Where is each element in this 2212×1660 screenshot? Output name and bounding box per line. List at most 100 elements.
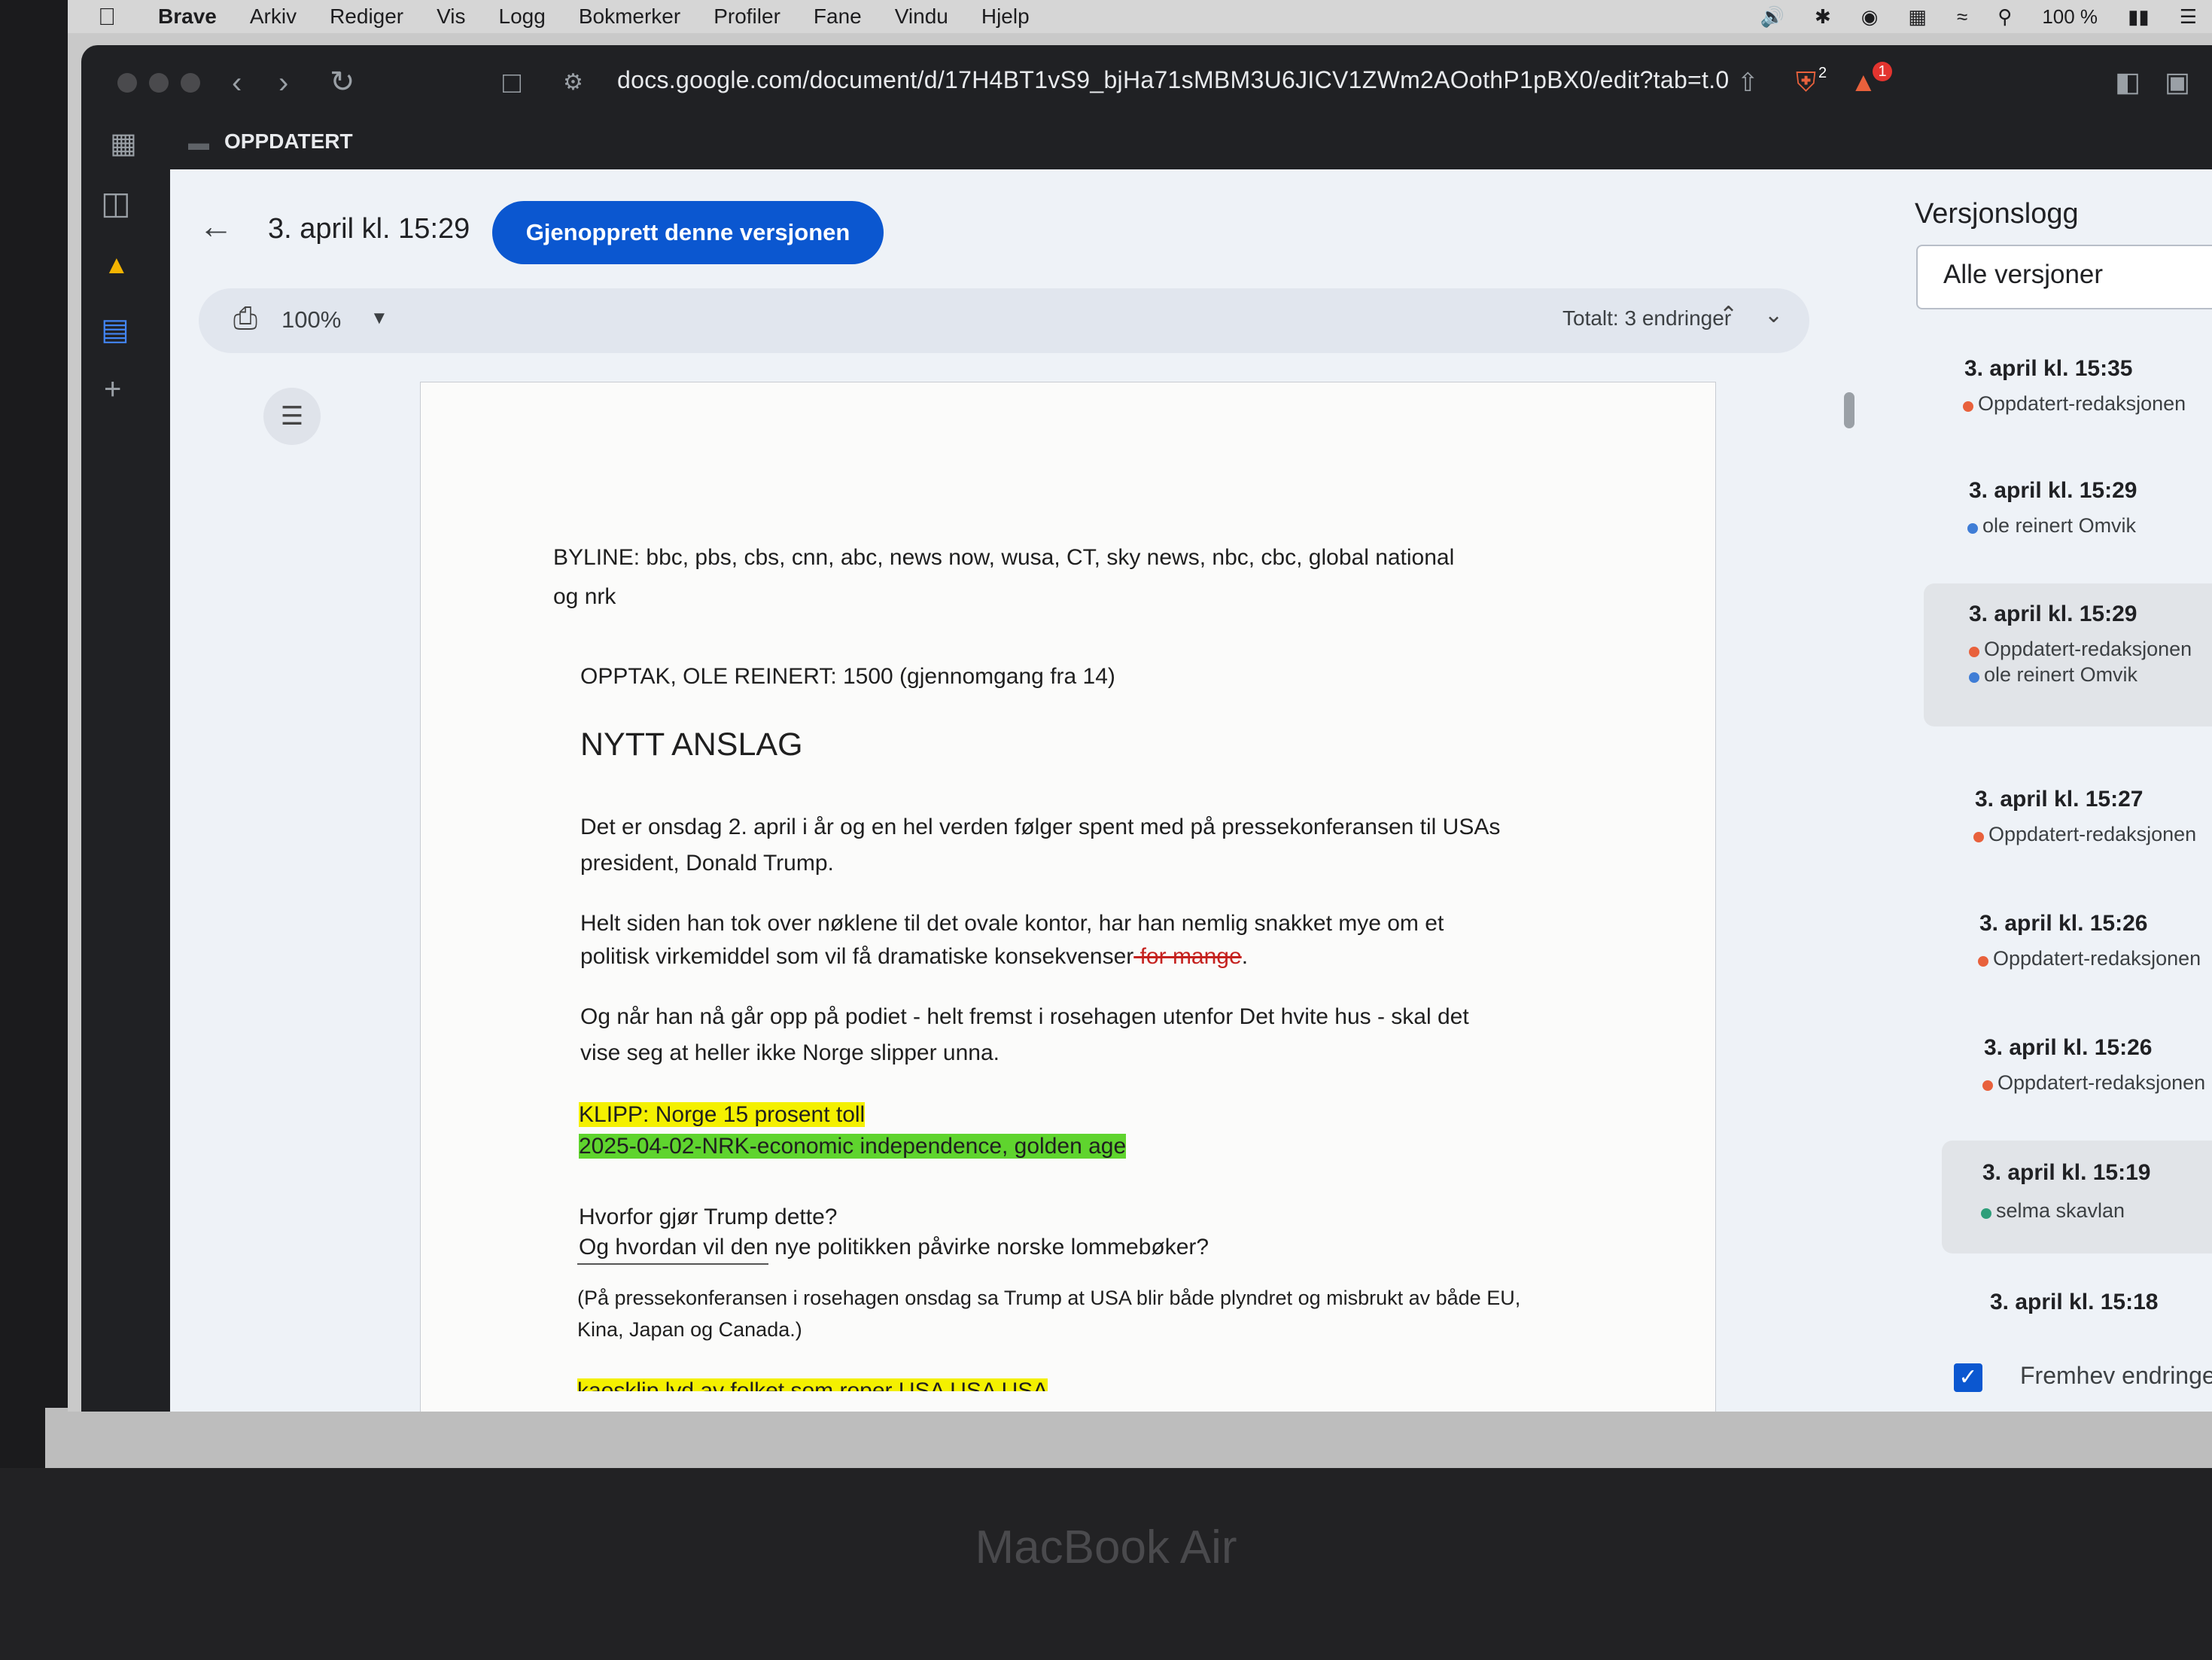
airdrop-icon[interactable]: ◉ — [1861, 5, 1879, 29]
section-heading: NYTT ANSLAG — [580, 726, 803, 763]
reload-icon[interactable]: ↻ — [330, 65, 355, 99]
menu-rediger[interactable]: Rediger — [330, 5, 403, 29]
address-bar[interactable]: docs.google.com/document/d/17H4BT1vS9_bj… — [617, 66, 1730, 94]
version-item[interactable]: 3. april kl. 15:27 Oppdatert-redaksjonen — [1942, 787, 2212, 854]
tab-grid-icon[interactable]: ▦ — [110, 126, 137, 160]
spotlight-search-icon[interactable]: ⚲ — [1997, 5, 2012, 29]
menu-vis[interactable]: Vis — [437, 5, 465, 29]
brave-shield-icon[interactable]: ⛨ — [1796, 66, 1816, 99]
forward-nav-icon[interactable]: › — [278, 66, 288, 100]
google-drive-icon[interactable]: ▲ — [104, 251, 129, 280]
alert-badge: 1 — [1873, 62, 1892, 81]
version-filter-select[interactable]: Alle versjoner — [1916, 245, 2212, 309]
author-name: Oppdatert-redaksjonen — [1993, 947, 2201, 970]
version-author: selma skavlan — [1981, 1199, 2125, 1223]
paragraph-1-line-2: president, Donald Trump. — [580, 851, 834, 876]
version-author: ole reinert Omvik — [1969, 663, 2138, 687]
author-name: ole reinert Omvik — [1984, 663, 2138, 686]
version-filter-value: Alle versjoner — [1943, 260, 2104, 289]
window-close-button[interactable] — [117, 73, 137, 93]
window-minimize-button[interactable] — [149, 73, 169, 93]
version-item[interactable]: 3. april kl. 15:35 Oppdatert-redaksjonen — [1931, 356, 2212, 424]
tab-title[interactable]: OPPDATERT — [224, 129, 353, 154]
docs-version-history-view: ← 3. april kl. 15:29 Gjenopprett denne v… — [170, 169, 2212, 1412]
sidebar-panel-icon[interactable]: ◫ — [101, 184, 131, 221]
author-color-dot — [1969, 672, 1979, 683]
version-item[interactable]: 3. april kl. 15:29 ole reinert Omvik — [1936, 478, 2212, 546]
version-title: 3. april kl. 15:29 — [268, 213, 470, 245]
device-label: MacBook Air — [975, 1521, 1237, 1573]
version-header: ← 3. april kl. 15:29 Gjenopprett denne v… — [170, 169, 1901, 282]
version-author: ole reinert Omvik — [1967, 514, 2137, 538]
paragraph-3-line-2: vise seg at heller ikke Norge slipper un… — [580, 1040, 1000, 1065]
menu-arkiv[interactable]: Arkiv — [250, 5, 297, 29]
byline-line-1: BYLINE: bbc, pbs, cbs, cnn, abc, news no… — [553, 545, 1455, 570]
version-time: 3. april kl. 15:29 — [1969, 602, 2137, 626]
version-item[interactable]: 3. april kl. 15:26 Oppdatert-redaksjonen — [1946, 911, 2212, 979]
wallet-icon[interactable]: ▣ — [2165, 66, 2190, 98]
keyboard-flag-icon[interactable]: ▦ — [1908, 5, 1927, 29]
author-name: Oppdatert-redaksjonen — [1984, 638, 2192, 660]
bookmark-icon[interactable]: □ — [503, 66, 521, 100]
back-arrow-icon[interactable]: ← — [199, 206, 233, 246]
menu-bokmerker[interactable]: Bokmerker — [579, 5, 680, 29]
version-item[interactable]: 3. april kl. 15:19 selma skavlan — [1942, 1141, 2212, 1253]
author-name: Oppdatert-redaksjonen — [1988, 823, 2197, 845]
author-name: selma skavlan — [1996, 1199, 2125, 1222]
version-log-panel: Versjonslogg Alle versjoner 3. april kl.… — [1901, 169, 2212, 1412]
recording-line: OPPTAK, OLE REINERT: 1500 (gjennomgang f… — [580, 664, 1115, 689]
bluetooth-icon[interactable]: ✱ — [1815, 5, 1831, 29]
author-color-dot — [1963, 401, 1973, 412]
scrollbar[interactable] — [1844, 392, 1854, 428]
menu-logg[interactable]: Logg — [499, 5, 546, 29]
menu-hjelp[interactable]: Hjelp — [981, 5, 1030, 29]
site-settings-icon[interactable]: ⚙ — [563, 69, 583, 96]
shield-badge: 2 — [1818, 65, 1827, 81]
paragraph-1-line-1: Det er onsdag 2. april i år og en hel ve… — [580, 815, 1501, 839]
zoom-select[interactable]: 100% — [281, 306, 341, 334]
control-center-icon[interactable]: ☰ — [2180, 5, 2197, 29]
google-docs-icon[interactable]: ▤ — [101, 312, 129, 347]
restore-version-button[interactable]: Gjenopprett denne versjonen — [492, 201, 884, 264]
window-zoom-button[interactable] — [181, 73, 200, 93]
version-author: Oppdatert-redaksjonen — [1969, 638, 2192, 661]
battery-icon[interactable]: ▮▮ — [2128, 5, 2150, 29]
menu-vindu[interactable]: Vindu — [895, 5, 948, 29]
version-item[interactable]: 3. april kl. 15:26 Oppdatert-redaksjonen — [1951, 1035, 2212, 1103]
previous-change-icon[interactable]: ⌃ — [1719, 302, 1738, 328]
browser-toolbar: ‹ › ↻ □ ⚙ docs.google.com/document/d/17H… — [81, 45, 2212, 120]
version-time: 3. april kl. 15:27 — [1975, 787, 2144, 812]
add-panel-icon[interactable]: + — [104, 373, 121, 407]
checkbox-checked-icon[interactable]: ✓ — [1954, 1363, 1982, 1392]
menu-profiler[interactable]: Profiler — [713, 5, 780, 29]
byline-line-2: og nrk — [553, 584, 616, 609]
version-log-title: Versjonslogg — [1915, 198, 2079, 230]
author-color-dot — [1967, 523, 1978, 534]
next-change-icon[interactable]: ⌄ — [1764, 302, 1783, 328]
menu-bar:  Brave Arkiv Rediger Vis Logg Bokmerker… — [68, 0, 2212, 33]
volume-icon[interactable]: 🔊 — [1760, 5, 1785, 29]
author-color-dot — [1973, 832, 1984, 842]
paragraph-2-line-2: politisk virkemiddel som vil få dramatis… — [580, 940, 1248, 974]
tab-bar: ▦ ▬ — [81, 120, 2212, 167]
apple-icon[interactable]:  — [98, 3, 128, 31]
version-item[interactable]: 3. april kl. 15:18 — [1957, 1290, 2212, 1327]
highlight-changes-label: Fremhev endringer — [2020, 1362, 2212, 1389]
chevron-down-icon[interactable]: ▼ — [370, 308, 388, 329]
footnote-line-1: (På pressekonferansen i rosehagen onsdag… — [577, 1287, 1521, 1309]
version-item-selected[interactable]: 3. april kl. 15:29 Oppdatert-redaksjonen… — [1924, 583, 2212, 726]
back-nav-icon[interactable]: ‹ — [232, 66, 242, 100]
author-color-dot — [1969, 647, 1979, 657]
document-outline-icon[interactable]: ☰ — [263, 388, 321, 445]
wifi-icon[interactable]: ≈ — [1957, 5, 1967, 29]
browser-window: ‹ › ↻ □ ⚙ docs.google.com/document/d/17H… — [81, 45, 2212, 1412]
print-icon[interactable]: ⎙ — [233, 302, 257, 336]
menu-app-name[interactable]: Brave — [158, 5, 217, 29]
menu-fane[interactable]: Fane — [814, 5, 862, 29]
total-changes: Totalt: 3 endringer — [1562, 306, 1732, 330]
author-name: ole reinert Omvik — [1982, 514, 2137, 537]
sidebar-toggle-icon[interactable]: ◧ — [2115, 66, 2140, 98]
author-color-dot — [1982, 1080, 1993, 1091]
clip-line-2: 2025-04-02-NRK-economic independence, go… — [579, 1129, 1127, 1164]
share-icon[interactable]: ⇧ — [1737, 68, 1759, 98]
